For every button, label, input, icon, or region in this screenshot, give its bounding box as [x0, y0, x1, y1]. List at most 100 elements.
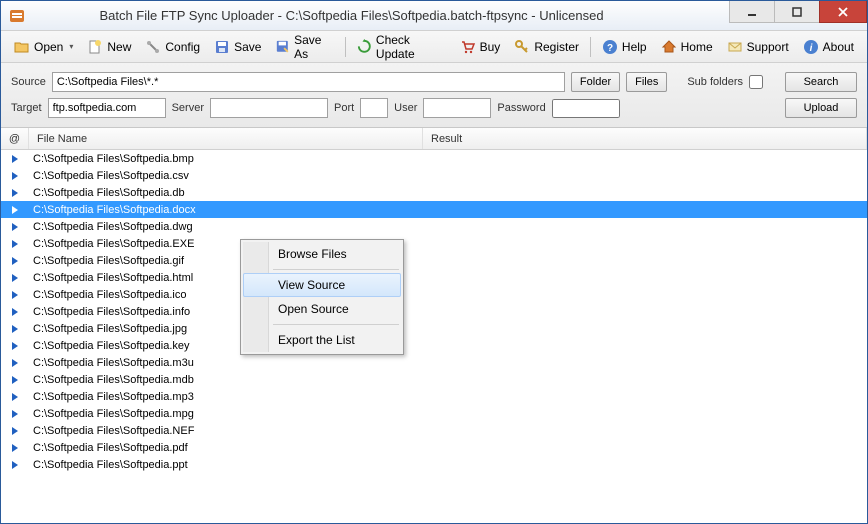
svg-text:i: i	[809, 43, 812, 54]
table-row[interactable]: C:\Softpedia Files\Softpedia.docx	[1, 201, 867, 218]
home-button[interactable]: Home	[654, 35, 720, 59]
arrow-right-icon	[1, 342, 29, 350]
maximize-button[interactable]	[774, 1, 820, 23]
home-icon	[661, 39, 677, 55]
context-open-source[interactable]: Open Source	[243, 297, 401, 321]
check-update-button[interactable]: Check Update	[350, 35, 452, 59]
close-button[interactable]	[819, 1, 867, 23]
saveas-button[interactable]: Save As	[268, 35, 341, 59]
file-name-cell: C:\Softpedia Files\Softpedia.db	[29, 187, 185, 199]
file-name-cell: C:\Softpedia Files\Softpedia.csv	[29, 170, 189, 182]
port-input[interactable]	[360, 98, 388, 118]
new-button[interactable]: New	[80, 35, 138, 59]
svg-text:?: ?	[607, 43, 613, 54]
table-row[interactable]: C:\Softpedia Files\Softpedia.bmp	[1, 150, 867, 167]
file-name-cell: C:\Softpedia Files\Softpedia.dwg	[29, 221, 193, 233]
file-name-cell: C:\Softpedia Files\Softpedia.mp3	[29, 391, 194, 403]
column-at[interactable]: @	[1, 128, 29, 149]
cart-icon	[460, 39, 476, 55]
server-input[interactable]	[210, 98, 328, 118]
table-row[interactable]: C:\Softpedia Files\Softpedia.info	[1, 303, 867, 320]
table-row[interactable]: C:\Softpedia Files\Softpedia.EXE	[1, 235, 867, 252]
table-row[interactable]: C:\Softpedia Files\Softpedia.ico	[1, 286, 867, 303]
table-row[interactable]: C:\Softpedia Files\Softpedia.mdb	[1, 371, 867, 388]
arrow-right-icon	[1, 393, 29, 401]
table-row[interactable]: C:\Softpedia Files\Softpedia.html	[1, 269, 867, 286]
context-export-list[interactable]: Export the List	[243, 328, 401, 352]
context-view-source[interactable]: View Source	[243, 273, 401, 297]
source-input[interactable]	[52, 72, 565, 92]
arrow-right-icon	[1, 257, 29, 265]
table-row[interactable]: C:\Softpedia Files\Softpedia.jpg	[1, 320, 867, 337]
table-row[interactable]: C:\Softpedia Files\Softpedia.csv	[1, 167, 867, 184]
server-label: Server	[172, 102, 204, 114]
toolbar-separator	[590, 37, 591, 57]
target-input[interactable]	[48, 98, 166, 118]
file-name-cell: C:\Softpedia Files\Softpedia.info	[29, 306, 190, 318]
target-label: Target	[11, 102, 42, 114]
file-name-cell: C:\Softpedia Files\Softpedia.mpg	[29, 408, 194, 420]
folder-button[interactable]: Folder	[571, 72, 620, 92]
files-button[interactable]: Files	[626, 72, 667, 92]
help-button[interactable]: ? Help	[595, 35, 654, 59]
table-row[interactable]: C:\Softpedia Files\Softpedia.mp3	[1, 388, 867, 405]
arrow-right-icon	[1, 427, 29, 435]
minimize-button[interactable]	[729, 1, 775, 23]
key-icon	[514, 39, 530, 55]
arrow-right-icon	[1, 155, 29, 163]
file-list[interactable]: C:\Softpedia Files\Softpedia.bmp C:\Softp…	[1, 150, 867, 523]
window-controls	[730, 1, 867, 30]
column-result[interactable]: Result	[423, 128, 867, 149]
search-button[interactable]: Search	[785, 72, 857, 92]
table-row[interactable]: C:\Softpedia Files\Softpedia.pdf	[1, 439, 867, 456]
arrow-right-icon	[1, 291, 29, 299]
toolbar: Open ▾ New Config Save Save As Check Upd…	[1, 31, 867, 63]
file-name-cell: C:\Softpedia Files\Softpedia.docx	[29, 204, 196, 216]
context-separator	[273, 324, 399, 325]
context-menu: Browse Files View Source Open Source Exp…	[240, 239, 404, 355]
mail-icon	[727, 39, 743, 55]
save-button[interactable]: Save	[207, 35, 268, 59]
user-label: User	[394, 102, 417, 114]
table-row[interactable]: C:\Softpedia Files\Softpedia.m3u	[1, 354, 867, 371]
port-label: Port	[334, 102, 354, 114]
table-row[interactable]: C:\Softpedia Files\Softpedia.key	[1, 337, 867, 354]
file-name-cell: C:\Softpedia Files\Softpedia.EXE	[29, 238, 194, 250]
file-name-cell: C:\Softpedia Files\Softpedia.jpg	[29, 323, 187, 335]
arrow-right-icon	[1, 461, 29, 469]
file-name-cell: C:\Softpedia Files\Softpedia.html	[29, 272, 193, 284]
password-input[interactable]	[552, 99, 620, 118]
arrow-right-icon	[1, 223, 29, 231]
support-button[interactable]: Support	[720, 35, 796, 59]
new-file-icon	[87, 39, 103, 55]
arrow-right-icon	[1, 325, 29, 333]
source-label: Source	[11, 76, 46, 88]
help-icon: ?	[602, 39, 618, 55]
table-row[interactable]: C:\Softpedia Files\Softpedia.NEF	[1, 422, 867, 439]
arrow-right-icon	[1, 274, 29, 282]
table-row[interactable]: C:\Softpedia Files\Softpedia.mpg	[1, 405, 867, 422]
file-name-cell: C:\Softpedia Files\Softpedia.bmp	[29, 153, 194, 165]
table-row[interactable]: C:\Softpedia Files\Softpedia.db	[1, 184, 867, 201]
table-row[interactable]: C:\Softpedia Files\Softpedia.ppt	[1, 456, 867, 473]
window-title: Batch File FTP Sync Uploader - C:\Softpe…	[0, 8, 730, 23]
context-browse-files[interactable]: Browse Files	[243, 242, 401, 266]
arrow-right-icon	[1, 206, 29, 214]
subfolders-checkbox[interactable]	[749, 75, 763, 89]
arrow-right-icon	[1, 172, 29, 180]
arrow-right-icon	[1, 189, 29, 197]
arrow-right-icon	[1, 359, 29, 367]
about-button[interactable]: i About	[796, 35, 861, 59]
user-input[interactable]	[423, 98, 491, 118]
column-filename[interactable]: File Name	[29, 128, 423, 149]
table-row[interactable]: C:\Softpedia Files\Softpedia.gif	[1, 252, 867, 269]
open-button[interactable]: Open ▾	[7, 35, 80, 59]
chevron-down-icon: ▾	[69, 42, 73, 51]
arrow-right-icon	[1, 410, 29, 418]
file-name-cell: C:\Softpedia Files\Softpedia.gif	[29, 255, 184, 267]
table-row[interactable]: C:\Softpedia Files\Softpedia.dwg	[1, 218, 867, 235]
upload-button[interactable]: Upload	[785, 98, 857, 118]
buy-button[interactable]: Buy	[453, 35, 508, 59]
config-button[interactable]: Config	[138, 35, 207, 59]
register-button[interactable]: Register	[507, 35, 586, 59]
